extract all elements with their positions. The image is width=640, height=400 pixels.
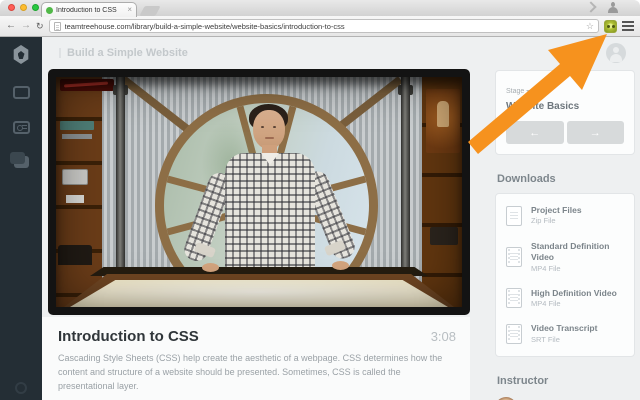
next-video-button[interactable]: → — [566, 121, 624, 144]
zoom-window-button[interactable] — [32, 4, 39, 11]
treehouse-favicon-icon — [46, 6, 53, 14]
course-title[interactable]: Build a Simple Website — [67, 47, 571, 59]
video-meta: Introduction to CSS 3:08 Cascading Style… — [42, 317, 470, 400]
stage-label-text: Stage — [506, 88, 525, 95]
app-sidebar — [0, 37, 42, 400]
download-subtitle: MP4 File — [531, 299, 561, 309]
downloads-card: Project Files Zip File Standard Definiti… — [495, 193, 635, 357]
download-item-hd-video[interactable]: High Definition Video MP4 File — [496, 281, 634, 317]
page-header: Build a Simple Website 5,625 — [42, 37, 640, 69]
bookmark-star-icon[interactable]: ☆ — [586, 21, 594, 31]
breadcrumb-tick — [59, 48, 61, 58]
caret-down-icon — [526, 90, 533, 93]
download-title: High Definition Video — [531, 287, 617, 298]
back-button[interactable]: ← — [6, 21, 16, 31]
browser-window: Introduction to CSS × ← → ↻ teamtreehous… — [0, 0, 640, 400]
download-item-project-files[interactable]: Project Files Zip File — [496, 198, 634, 234]
download-subtitle: MP4 File — [531, 263, 561, 273]
transcript-file-icon — [506, 324, 522, 345]
stage-name: Website Basics — [506, 101, 580, 112]
download-title: Standard Definition Video — [531, 240, 610, 263]
video-player[interactable] — [48, 69, 470, 315]
points-counter: 5,625 — [570, 47, 596, 59]
video-duration: 3:08 — [430, 329, 456, 344]
tracks-icon[interactable] — [9, 152, 29, 168]
download-item-transcript[interactable]: Video Transcript SRT File — [496, 316, 634, 352]
window-controls — [8, 4, 39, 11]
scene-vignette — [56, 77, 462, 307]
download-title: Video Transcript — [531, 323, 598, 334]
url-text[interactable]: teamtreehouse.com/library/build-a-simple… — [65, 22, 582, 31]
treehouse-logo-icon[interactable] — [13, 45, 29, 64]
right-sidebar: Stage Website Basics ← → Downloads Proje… — [470, 69, 640, 400]
download-title: Project Files — [531, 205, 582, 215]
settings-gear-icon[interactable] — [15, 382, 27, 394]
stage-label[interactable]: Stage — [506, 80, 624, 98]
video-frame — [56, 77, 462, 307]
download-item-sd-video[interactable]: Standard Definition Video MP4 File — [496, 234, 634, 281]
video-title: Introduction to CSS — [58, 328, 199, 345]
close-tab-icon[interactable]: × — [127, 6, 132, 14]
stage-card: Stage Website Basics ← → — [495, 70, 635, 155]
achievements-icon[interactable] — [12, 121, 30, 134]
library-icon[interactable] — [12, 86, 30, 99]
forward-button[interactable]: → — [21, 21, 31, 31]
download-subtitle: SRT File — [531, 334, 560, 344]
zip-file-icon — [506, 205, 522, 226]
browser-tab[interactable]: Introduction to CSS × — [41, 2, 137, 17]
video-file-icon — [506, 247, 522, 268]
address-bar[interactable]: teamtreehouse.com/library/build-a-simple… — [48, 19, 599, 33]
instructor-heading: Instructor — [497, 374, 549, 387]
browser-toolbar: ← → ↻ teamtreehouse.com/library/build-a-… — [0, 16, 640, 37]
downloads-heading: Downloads — [497, 173, 556, 185]
page-body: Build a Simple Website 5,625 Introductio… — [0, 37, 640, 400]
profile-icon[interactable] — [608, 2, 618, 13]
reload-button[interactable]: ↻ — [36, 21, 44, 31]
close-window-button[interactable] — [8, 4, 15, 11]
video-column: Introduction to CSS 3:08 Cascading Style… — [42, 69, 470, 400]
tab-title: Introduction to CSS — [56, 6, 117, 14]
browser-menu-icon[interactable] — [622, 21, 634, 31]
extension-icon[interactable] — [604, 19, 617, 33]
main-content: Build a Simple Website 5,625 Introductio… — [42, 37, 640, 400]
user-avatar[interactable] — [606, 43, 626, 63]
page-icon — [53, 21, 61, 31]
video-description: Cascading Style Sheets (CSS) help create… — [58, 353, 443, 391]
minimize-window-button[interactable] — [20, 4, 27, 11]
video-file-icon — [506, 288, 522, 309]
download-subtitle: Zip File — [531, 216, 556, 226]
prev-video-button[interactable]: ← — [506, 121, 564, 144]
fullscreen-icon[interactable] — [585, 1, 597, 13]
